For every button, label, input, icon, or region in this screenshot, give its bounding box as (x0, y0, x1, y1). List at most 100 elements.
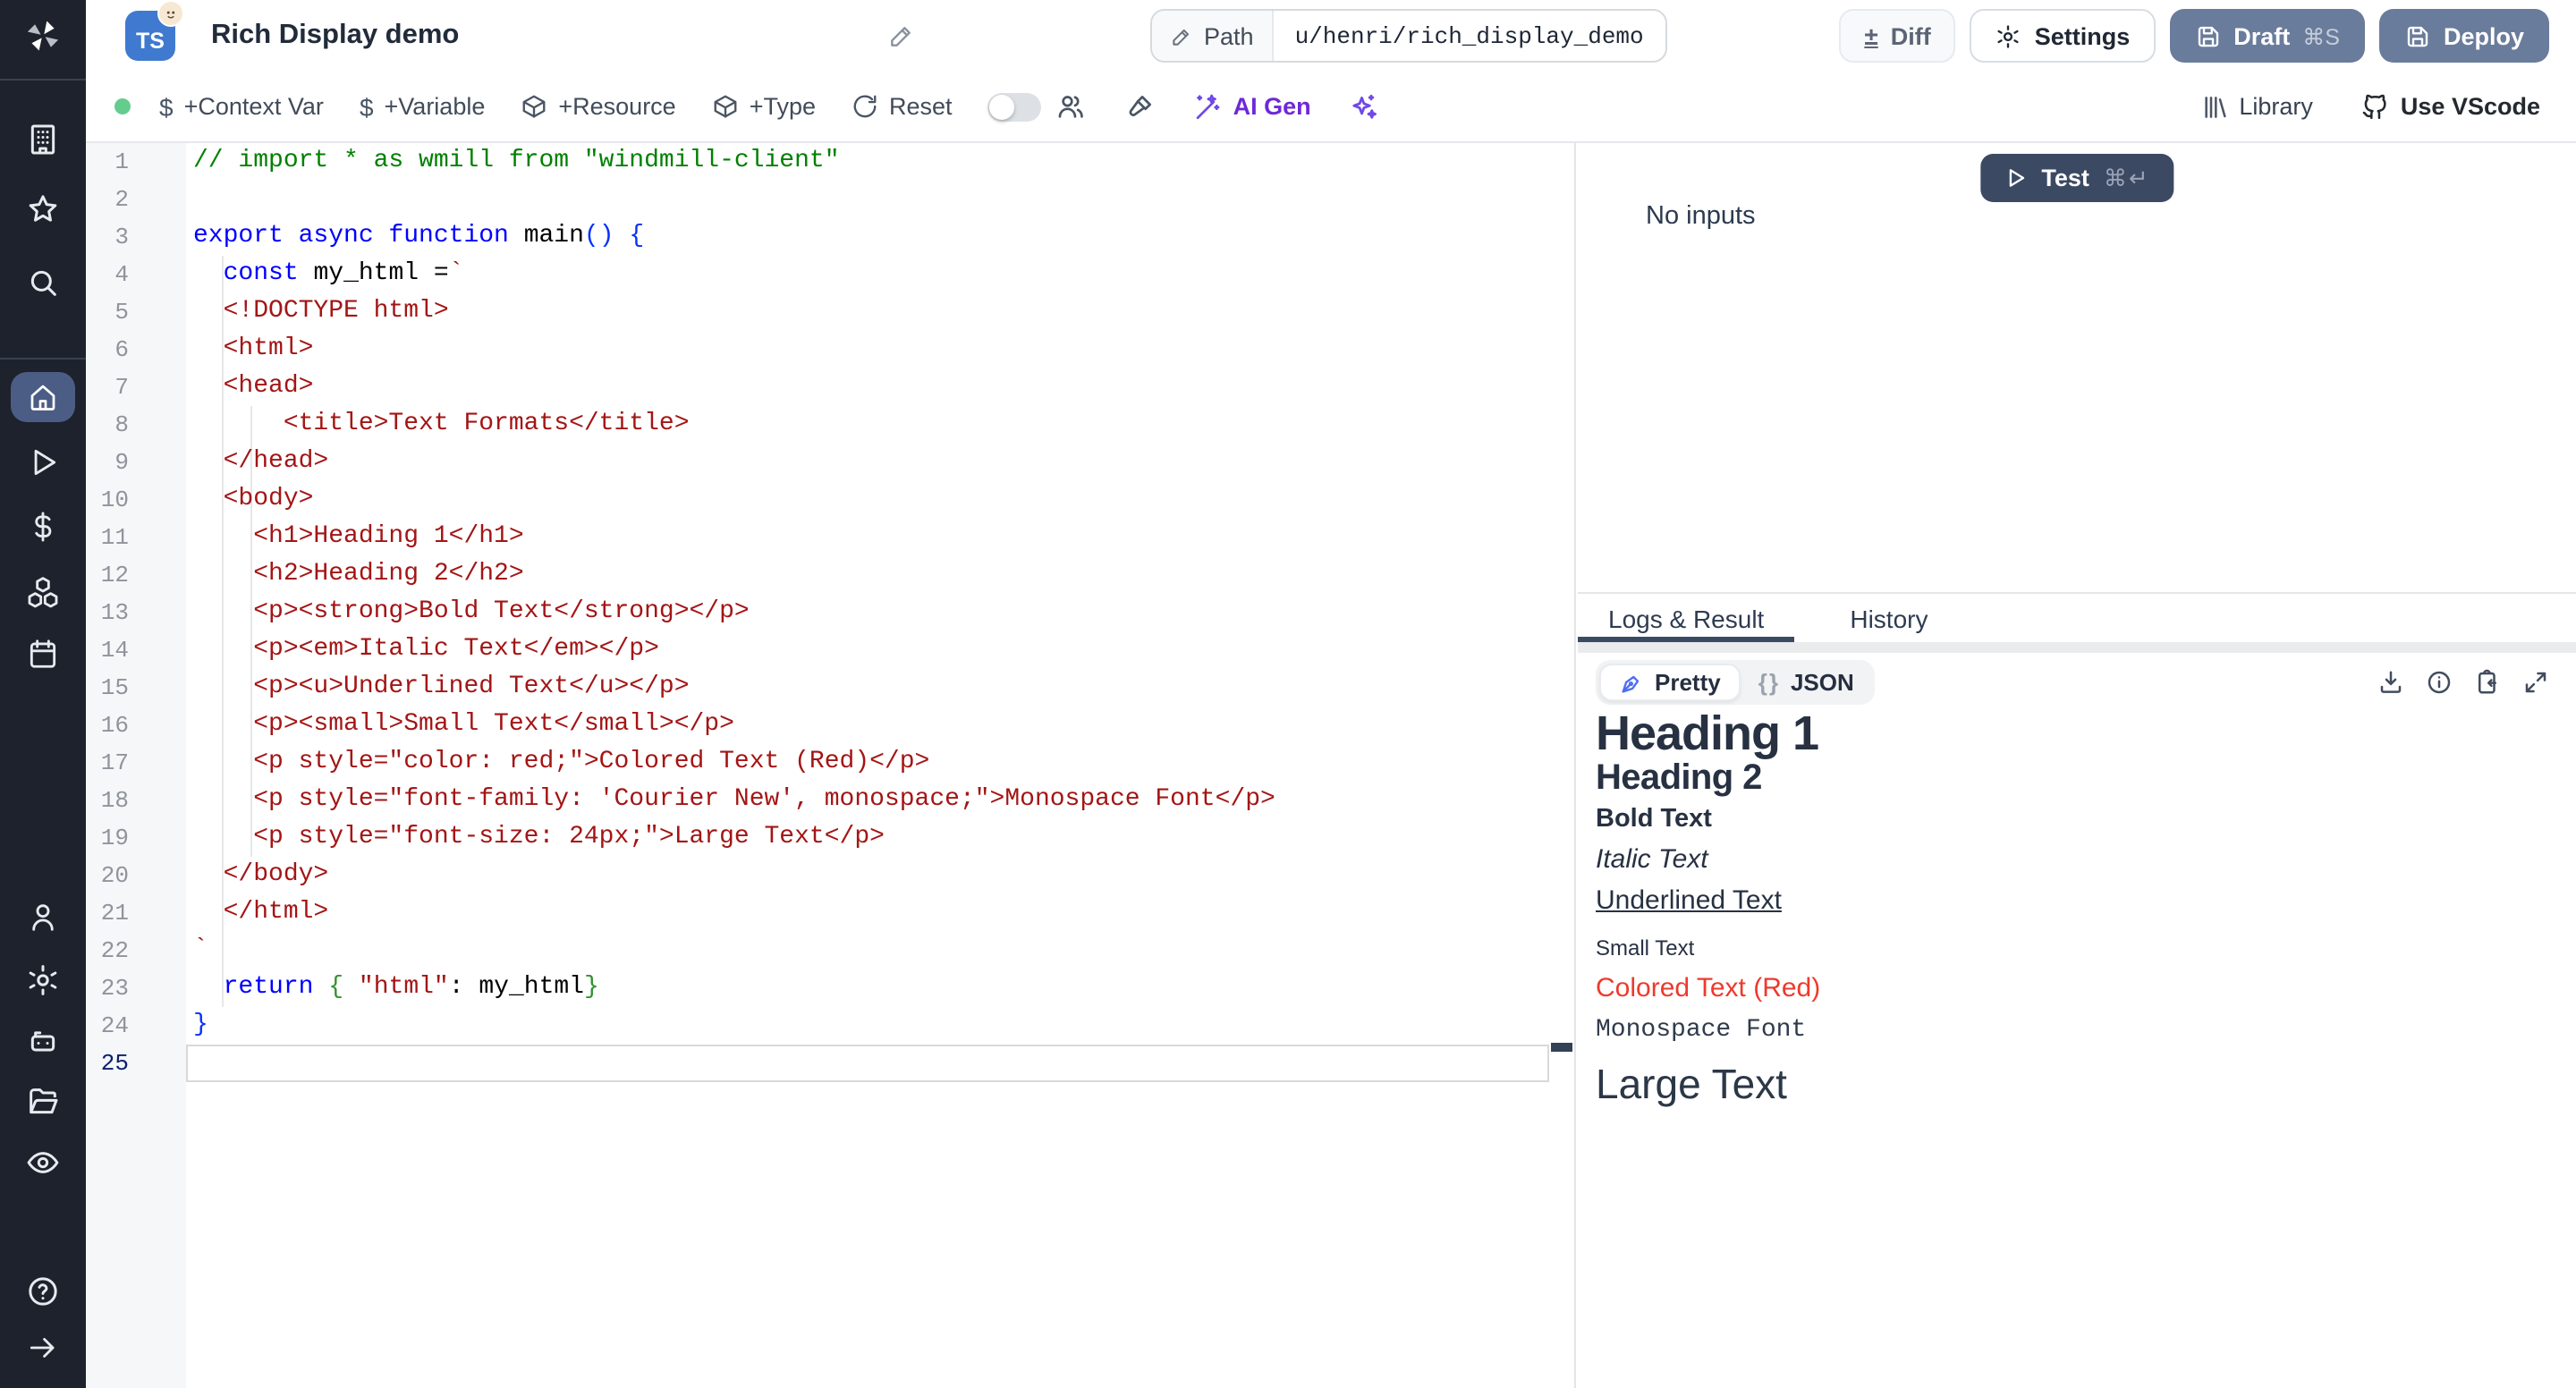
tab-logs-result[interactable]: Logs & Result (1578, 594, 1794, 642)
code-text: <!DOCTYPE html> (193, 293, 449, 331)
code-text: <p><strong>Bold Text</strong></p> (193, 594, 750, 631)
users-icon (1056, 91, 1087, 122)
result-bold-text: Bold Text (1596, 805, 2558, 834)
sidebar-item-favorites[interactable] (25, 191, 61, 227)
code-line: 5 <!DOCTYPE html> (86, 293, 1574, 331)
code-text: <h1>Heading 1</h1> (193, 519, 524, 556)
add-resource-button[interactable]: +Resource (521, 93, 675, 120)
sparkles-icon (1347, 90, 1379, 123)
code-text: <p><u>Underlined Text</u></p> (193, 669, 690, 707)
sidebar-divider-mid (0, 358, 86, 360)
sidebar (0, 0, 86, 1388)
line-number: 5 (86, 293, 186, 331)
windmill-logo[interactable] (20, 13, 66, 59)
diff-icon: ± (1864, 23, 1877, 48)
code-text: export async function main() { (193, 218, 644, 256)
gear-icon (25, 962, 61, 998)
deploy-button[interactable]: Deploy (2379, 9, 2549, 63)
code-line: 14 <p><em>Italic Text</em></p> (86, 631, 1574, 669)
sidebar-item-home[interactable] (11, 372, 75, 422)
windmill-logo-icon (20, 13, 66, 59)
path-value[interactable]: u/henri/rich_display_demo (1274, 11, 1665, 61)
sidebar-item-folders[interactable] (25, 1084, 61, 1120)
result-heading2: Heading 2 (1596, 758, 2558, 798)
line-number: 7 (86, 368, 186, 406)
diff-button[interactable]: ± Diff (1839, 9, 1955, 63)
code-text: <h2>Heading 2</h2> (193, 556, 524, 594)
sidebar-item-search[interactable] (25, 265, 61, 300)
ai-suggest-button[interactable] (1347, 90, 1379, 123)
panel-resizer[interactable] (1578, 642, 2576, 653)
code-line: 12 <h2>Heading 2</h2> (86, 556, 1574, 594)
code-line: 3export async function main() { (86, 218, 1574, 256)
line-number: 19 (86, 819, 186, 857)
calendar-icon (26, 637, 60, 671)
library-button[interactable]: Library (2199, 92, 2313, 121)
settings-label: Settings (2035, 22, 2131, 49)
code-line: 9 </head> (86, 444, 1574, 481)
multiplayer-users-button[interactable] (1056, 91, 1087, 122)
code-text: <p><small>Small Text</small></p> (193, 707, 734, 744)
result-tabs: Logs & Result History (1578, 592, 2576, 642)
code-line: 11 <h1>Heading 1</h1> (86, 519, 1574, 556)
maximize-icon[interactable] (2522, 669, 2549, 696)
line-number: 17 (86, 744, 186, 782)
sidebar-item-audit-logs[interactable] (25, 1145, 61, 1181)
result-actions (2377, 669, 2549, 696)
ai-gen-button[interactable]: AI Gen (1192, 91, 1311, 122)
status-dot (114, 98, 131, 114)
line-number: 22 (86, 932, 186, 969)
result-monospace-text: Monospace Font (1596, 1016, 2558, 1045)
sidebar-item-resources[interactable] (25, 574, 61, 610)
draft-shortcut: ⌘S (2302, 22, 2340, 49)
sidebar-item-schedules[interactable] (26, 637, 60, 671)
wand-sparkles-icon (1192, 91, 1223, 122)
sidebar-item-help[interactable] (25, 1274, 61, 1309)
library-label: Library (2239, 93, 2313, 120)
help-icon (25, 1274, 61, 1309)
toggle-knob (990, 94, 1015, 119)
sidebar-item-workspace[interactable] (25, 122, 61, 157)
reset-button[interactable]: Reset (852, 93, 953, 120)
clipboard-copy-icon[interactable] (2474, 669, 2501, 696)
info-icon[interactable] (2426, 669, 2453, 696)
draft-button[interactable]: Draft ⌘S (2169, 9, 2365, 63)
format-code-button[interactable] (1126, 91, 1157, 122)
code-line: 2 (86, 181, 1574, 218)
test-button[interactable]: Test ⌘↵ (1980, 154, 2173, 202)
line-number: 8 (86, 406, 186, 444)
sidebar-item-user[interactable] (26, 900, 60, 934)
sidebar-item-runs[interactable] (26, 445, 60, 479)
multiplayer-toggle[interactable] (988, 92, 1042, 121)
edit-summary-button[interactable] (887, 21, 916, 50)
settings-button[interactable]: Settings (1970, 9, 2156, 63)
add-type-button[interactable]: +Type (712, 93, 816, 120)
code-text: </html> (193, 894, 328, 932)
tab-history[interactable]: History (1819, 594, 1958, 642)
add-context-var-button[interactable]: $ +Context Var (159, 92, 324, 121)
view-json-button[interactable]: {} JSON (1741, 665, 1872, 699)
result-underlined-text: Underlined Text (1596, 887, 2558, 916)
pen-nib-icon (1619, 670, 1644, 695)
code-line: 17 <p style="color: red;">Colored Text (… (86, 744, 1574, 782)
code-text: return { "html": my_html} (193, 969, 599, 1007)
path-pill[interactable]: Path u/henri/rich_display_demo (1150, 9, 1667, 63)
view-pretty-button[interactable]: Pretty (1599, 664, 1741, 701)
avatar-badge (157, 0, 184, 27)
line-number: 3 (86, 218, 186, 256)
line-number: 25 (86, 1045, 186, 1082)
draft-label: Draft (2233, 22, 2290, 49)
download-icon[interactable] (2377, 669, 2404, 696)
line-number: 18 (86, 782, 186, 819)
code-text: const my_html =` (193, 256, 464, 293)
sidebar-item-expand[interactable] (26, 1331, 60, 1365)
sidebar-item-workers[interactable] (25, 1023, 61, 1059)
library-icon (2199, 92, 2228, 121)
code-line: 21 </html> (86, 894, 1574, 932)
use-vscode-button[interactable]: Use VScode (2360, 91, 2540, 122)
code-text: <p><em>Italic Text</em></p> (193, 631, 659, 669)
code-editor[interactable]: 1// import * as wmill from "windmill-cli… (86, 143, 1576, 1388)
add-variable-button[interactable]: $ +Variable (360, 92, 485, 121)
sidebar-item-settings[interactable] (25, 962, 61, 998)
sidebar-item-variables[interactable] (26, 510, 60, 544)
